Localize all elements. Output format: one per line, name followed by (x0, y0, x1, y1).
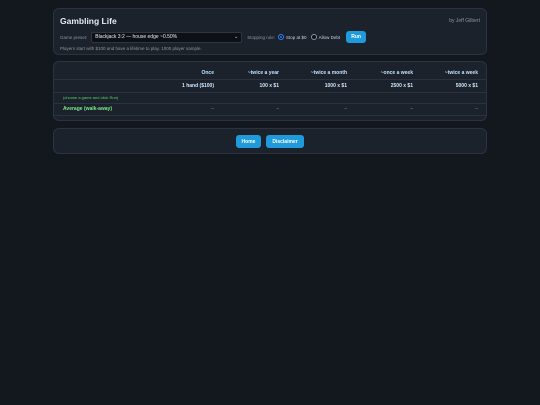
stop-at-zero-label: Stop at $0 (286, 34, 307, 40)
column-subheader-once: 1 hand ($100) (182, 83, 214, 89)
divider (54, 92, 486, 93)
average-cell: – (211, 106, 214, 112)
average-cell: – (475, 106, 478, 112)
average-cell: – (276, 106, 279, 112)
footer-card: Home Disclaimer (53, 128, 487, 154)
column-header-twice-month: ~twice a month (310, 70, 347, 76)
home-button[interactable]: Home (236, 135, 261, 148)
average-row-label: Average (walk-away) (63, 106, 113, 112)
column-header-twice-year: ~twice a year (247, 70, 279, 76)
disclaimer-button[interactable]: Disclaimer (266, 135, 304, 148)
column-header-once-week: ~once a week (380, 70, 413, 76)
divider (54, 103, 486, 104)
app-title: Gambling Life (60, 16, 117, 26)
controls-row: Game preset: Blackjack 3:2 — house edge … (60, 31, 367, 43)
header-card: Gambling Life by Jeff Gilbert Game prese… (53, 8, 487, 55)
footer-buttons: Home Disclaimer (54, 135, 486, 148)
column-subheader-twice-week: 5000 x $1 (455, 83, 478, 89)
preset-value: Blackjack 3:2 — house edge ~0.50% (95, 34, 178, 40)
divider (54, 115, 486, 116)
column-subheader-twice-year: 100 x $1 (259, 83, 279, 89)
author-credit: by Jeff Gilbert (449, 18, 480, 24)
average-cell: – (410, 106, 413, 112)
column-header-twice-week: ~twice a week (444, 70, 478, 76)
allow-debt-option[interactable]: Allow Debt (310, 34, 341, 40)
stop-at-zero-option[interactable]: Stop at $0 (278, 34, 307, 40)
results-table: Once ~twice a year ~twice a month ~once … (53, 61, 487, 121)
preset-label: Game preset: (60, 34, 88, 40)
run-button[interactable]: Run (346, 31, 367, 43)
chevron-down-icon: ⌄ (234, 34, 239, 40)
hint-text: Players start with $100 and have a lifet… (60, 46, 202, 51)
allow-debt-label: Allow Debt (318, 34, 341, 40)
divider (54, 79, 486, 80)
stopping-rule-label: Stopping rule: (247, 34, 276, 40)
game-preset-select[interactable]: Blackjack 3:2 — house edge ~0.50% ⌄ (91, 31, 243, 43)
average-cell: – (344, 106, 347, 112)
column-header-once: Once (201, 70, 214, 76)
column-subheader-once-week: 2500 x $1 (390, 83, 413, 89)
run-prompt: (choose a game and click Run) (63, 95, 119, 100)
stop-at-zero-radio[interactable] (278, 34, 285, 40)
column-subheader-twice-month: 1000 x $1 (324, 83, 347, 89)
allow-debt-radio[interactable] (310, 34, 317, 40)
